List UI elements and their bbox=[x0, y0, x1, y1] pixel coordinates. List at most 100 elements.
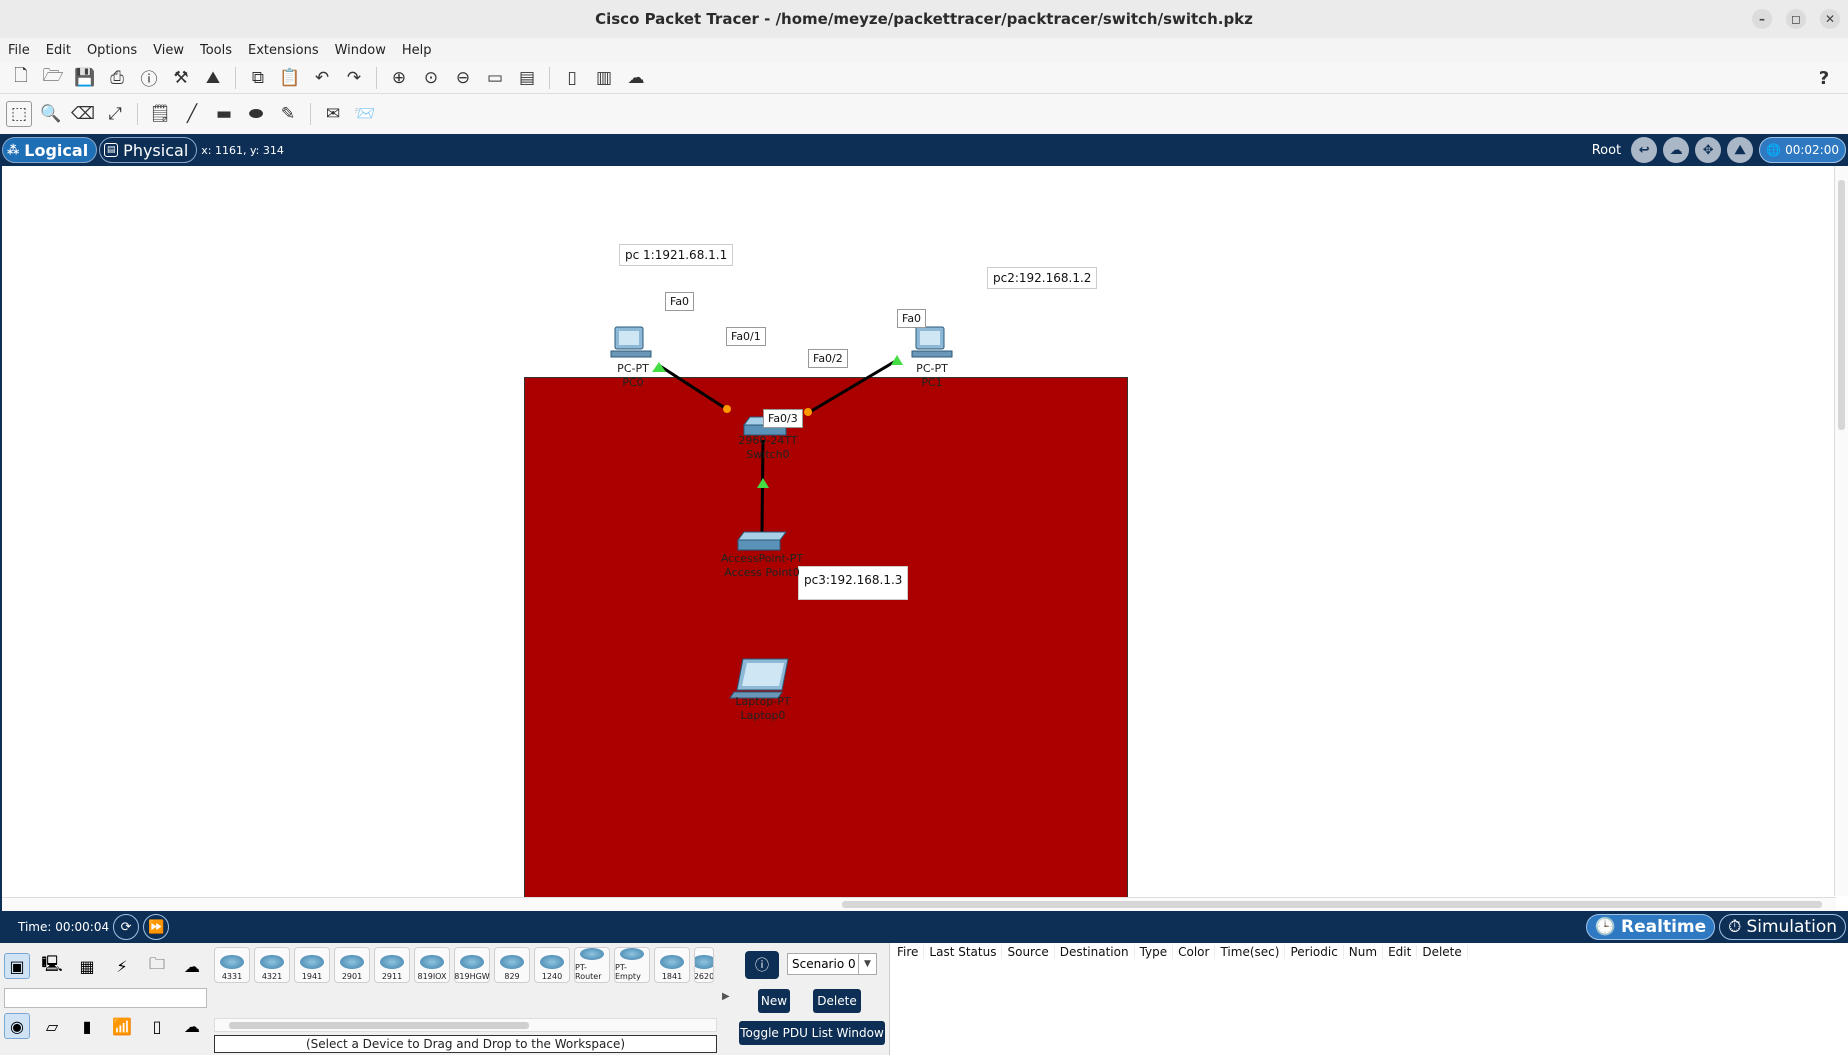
device-list-scrollbar[interactable] bbox=[214, 1018, 717, 1032]
wan-emulation-icon[interactable]: ☁ bbox=[179, 1013, 205, 1039]
menu-options[interactable]: Options bbox=[87, 43, 137, 58]
pdu-col-delete[interactable]: Delete bbox=[1417, 945, 1468, 959]
pdu-col-time[interactable]: Time(sec) bbox=[1215, 945, 1286, 959]
toggle-pdu-list-button[interactable]: Toggle PDU List Window bbox=[739, 1021, 885, 1045]
miscellaneous-icon[interactable]: 🗀 bbox=[144, 953, 170, 979]
pdu-col-fire[interactable]: Fire bbox=[892, 945, 925, 959]
menu-help[interactable]: Help bbox=[402, 43, 432, 58]
collapse-arrow-icon[interactable]: ▶ bbox=[722, 991, 730, 1002]
workspace-vertical-scrollbar[interactable] bbox=[1834, 166, 1848, 896]
draw-ellipse-icon[interactable]: ⬬ bbox=[243, 101, 269, 127]
activity-wizard-icon[interactable]: ⛰ bbox=[200, 65, 226, 91]
new-scenario-button[interactable]: New bbox=[758, 989, 790, 1013]
new-file-icon[interactable]: 🗋 bbox=[8, 65, 34, 91]
physical-tab[interactable]: ▤ Physical bbox=[99, 137, 198, 163]
power-cycle-icon[interactable]: ⟳ bbox=[113, 914, 140, 940]
simulation-mode-button[interactable]: ⏱ Simulation bbox=[1719, 914, 1846, 940]
switches-icon[interactable]: ▱ bbox=[39, 1013, 65, 1039]
back-icon[interactable]: ↩ bbox=[1631, 137, 1658, 163]
note-pc1[interactable]: pc2:192.168.1.2 bbox=[987, 267, 1098, 289]
close-icon[interactable]: ✕ bbox=[1820, 9, 1840, 29]
menu-tools[interactable]: Tools bbox=[200, 43, 232, 58]
multiuser-icon[interactable]: ☁ bbox=[179, 953, 205, 979]
pdu-col-color[interactable]: Color bbox=[1173, 945, 1216, 959]
network-wizard-icon[interactable]: ⚒ bbox=[168, 65, 194, 91]
note-laptop[interactable]: pc3:192.168.1.3 bbox=[798, 566, 909, 600]
freeform-icon[interactable]: ✎ bbox=[275, 101, 301, 127]
cluster-icon[interactable]: ☁ bbox=[623, 65, 649, 91]
pdu-col-last-status[interactable]: Last Status bbox=[924, 945, 1003, 959]
info-icon[interactable]: ⓘ bbox=[136, 65, 162, 91]
pdu-col-source[interactable]: Source bbox=[1002, 945, 1055, 959]
note-pc0[interactable]: pc 1:1921.68.1.1 bbox=[619, 244, 734, 266]
device-tile[interactable]: 1941 bbox=[294, 947, 330, 983]
simple-pdu-icon[interactable]: ✉ bbox=[320, 101, 346, 127]
background-image-icon[interactable]: ⛰ bbox=[1727, 137, 1754, 163]
link-pc0-switch[interactable] bbox=[659, 364, 729, 412]
device-tile[interactable]: 2620 bbox=[694, 947, 714, 983]
pdu-col-destination[interactable]: Destination bbox=[1055, 945, 1135, 959]
routers-icon[interactable]: ◉ bbox=[4, 1013, 30, 1039]
menu-view[interactable]: View bbox=[153, 43, 184, 58]
wireless-devices-icon[interactable]: 📶 bbox=[109, 1013, 135, 1039]
help-icon[interactable]: ? bbox=[1812, 66, 1836, 90]
laptop-icon[interactable] bbox=[729, 658, 789, 699]
move-object-icon[interactable]: ✥ bbox=[1695, 137, 1722, 163]
print-icon[interactable]: ⎙ bbox=[104, 65, 130, 91]
device-tile[interactable]: 4321 bbox=[254, 947, 290, 983]
custom-device-icon[interactable]: ▤ bbox=[514, 65, 540, 91]
cluster-view-icon[interactable]: ☁ bbox=[1663, 137, 1690, 163]
fast-forward-icon[interactable]: ⏩ bbox=[143, 914, 170, 940]
pc0-icon[interactable] bbox=[610, 326, 652, 358]
security-icon[interactable]: ▯ bbox=[144, 1013, 170, 1039]
maximize-icon[interactable]: ◻ bbox=[1786, 9, 1806, 29]
logical-tab[interactable]: ⁂ Logical bbox=[2, 137, 98, 163]
delete-scenario-button[interactable]: Delete bbox=[813, 989, 861, 1013]
complex-pdu-icon[interactable]: 📨 bbox=[352, 101, 378, 127]
device-template-icon[interactable]: ▥ bbox=[591, 65, 617, 91]
zoom-in-icon[interactable]: ⊕ bbox=[386, 65, 412, 91]
workspace-horizontal-scrollbar[interactable] bbox=[2, 897, 1836, 911]
device-tile[interactable]: 819IOX bbox=[414, 947, 450, 983]
device-tile[interactable]: 2911 bbox=[374, 947, 410, 983]
access-point-icon[interactable] bbox=[737, 531, 787, 551]
copy-icon[interactable]: ⧉ bbox=[245, 65, 271, 91]
draw-line-icon[interactable]: ╱ bbox=[179, 101, 205, 127]
pdu-col-type[interactable]: Type bbox=[1135, 945, 1174, 959]
paste-icon[interactable]: 📋 bbox=[277, 65, 303, 91]
device-tile[interactable]: 4331 bbox=[214, 947, 250, 983]
pdu-col-edit[interactable]: Edit bbox=[1383, 945, 1418, 959]
device-tile[interactable]: PT-Router bbox=[574, 947, 610, 983]
network-devices-icon[interactable]: ▣ bbox=[4, 953, 30, 979]
save-icon[interactable]: 💾 bbox=[72, 65, 98, 91]
menu-window[interactable]: Window bbox=[335, 43, 386, 58]
device-tile[interactable]: 1841 bbox=[654, 947, 690, 983]
scenario-info-icon[interactable]: ⓘ bbox=[745, 951, 779, 979]
logical-workspace[interactable]: pc 1:1921.68.1.1 pc2:192.168.1.2 pc3:192… bbox=[0, 166, 1848, 967]
realtime-mode-button[interactable]: 🕒 Realtime bbox=[1585, 914, 1716, 940]
draw-rectangle-icon[interactable]: ▬ bbox=[211, 101, 237, 127]
end-devices-icon[interactable]: 🖳 bbox=[39, 953, 65, 979]
menu-edit[interactable]: Edit bbox=[46, 43, 71, 58]
inspect-icon[interactable]: 🔍 bbox=[38, 101, 64, 127]
device-tile[interactable]: 2901 bbox=[334, 947, 370, 983]
open-folder-icon[interactable]: 🗁 bbox=[40, 65, 66, 91]
pdu-col-num[interactable]: Num bbox=[1344, 945, 1384, 959]
pc1-icon[interactable] bbox=[911, 326, 953, 358]
place-note-icon[interactable]: 🗒 bbox=[147, 101, 173, 127]
device-tile[interactable]: 1240 bbox=[534, 947, 570, 983]
device-tile[interactable]: PT-Empty bbox=[614, 947, 650, 983]
zoom-out-icon[interactable]: ⊖ bbox=[450, 65, 476, 91]
device-search-input[interactable] bbox=[4, 988, 207, 1008]
menu-extensions[interactable]: Extensions bbox=[248, 43, 319, 58]
viewport-clock[interactable]: 🌐 00:02:00 bbox=[1759, 137, 1846, 163]
device-tile[interactable]: 819HGW bbox=[454, 947, 490, 983]
scenario-select[interactable]: Scenario 0 ▼ bbox=[787, 953, 877, 975]
resize-shape-icon[interactable]: ⤢ bbox=[102, 101, 128, 127]
notes-icon[interactable]: ▯ bbox=[559, 65, 585, 91]
minimize-icon[interactable]: – bbox=[1752, 9, 1772, 29]
connections-icon[interactable]: ⚡ bbox=[109, 953, 135, 979]
components-icon[interactable]: ▦ bbox=[74, 953, 100, 979]
undo-icon[interactable]: ↶ bbox=[309, 65, 335, 91]
device-tile[interactable]: 829 bbox=[494, 947, 530, 983]
